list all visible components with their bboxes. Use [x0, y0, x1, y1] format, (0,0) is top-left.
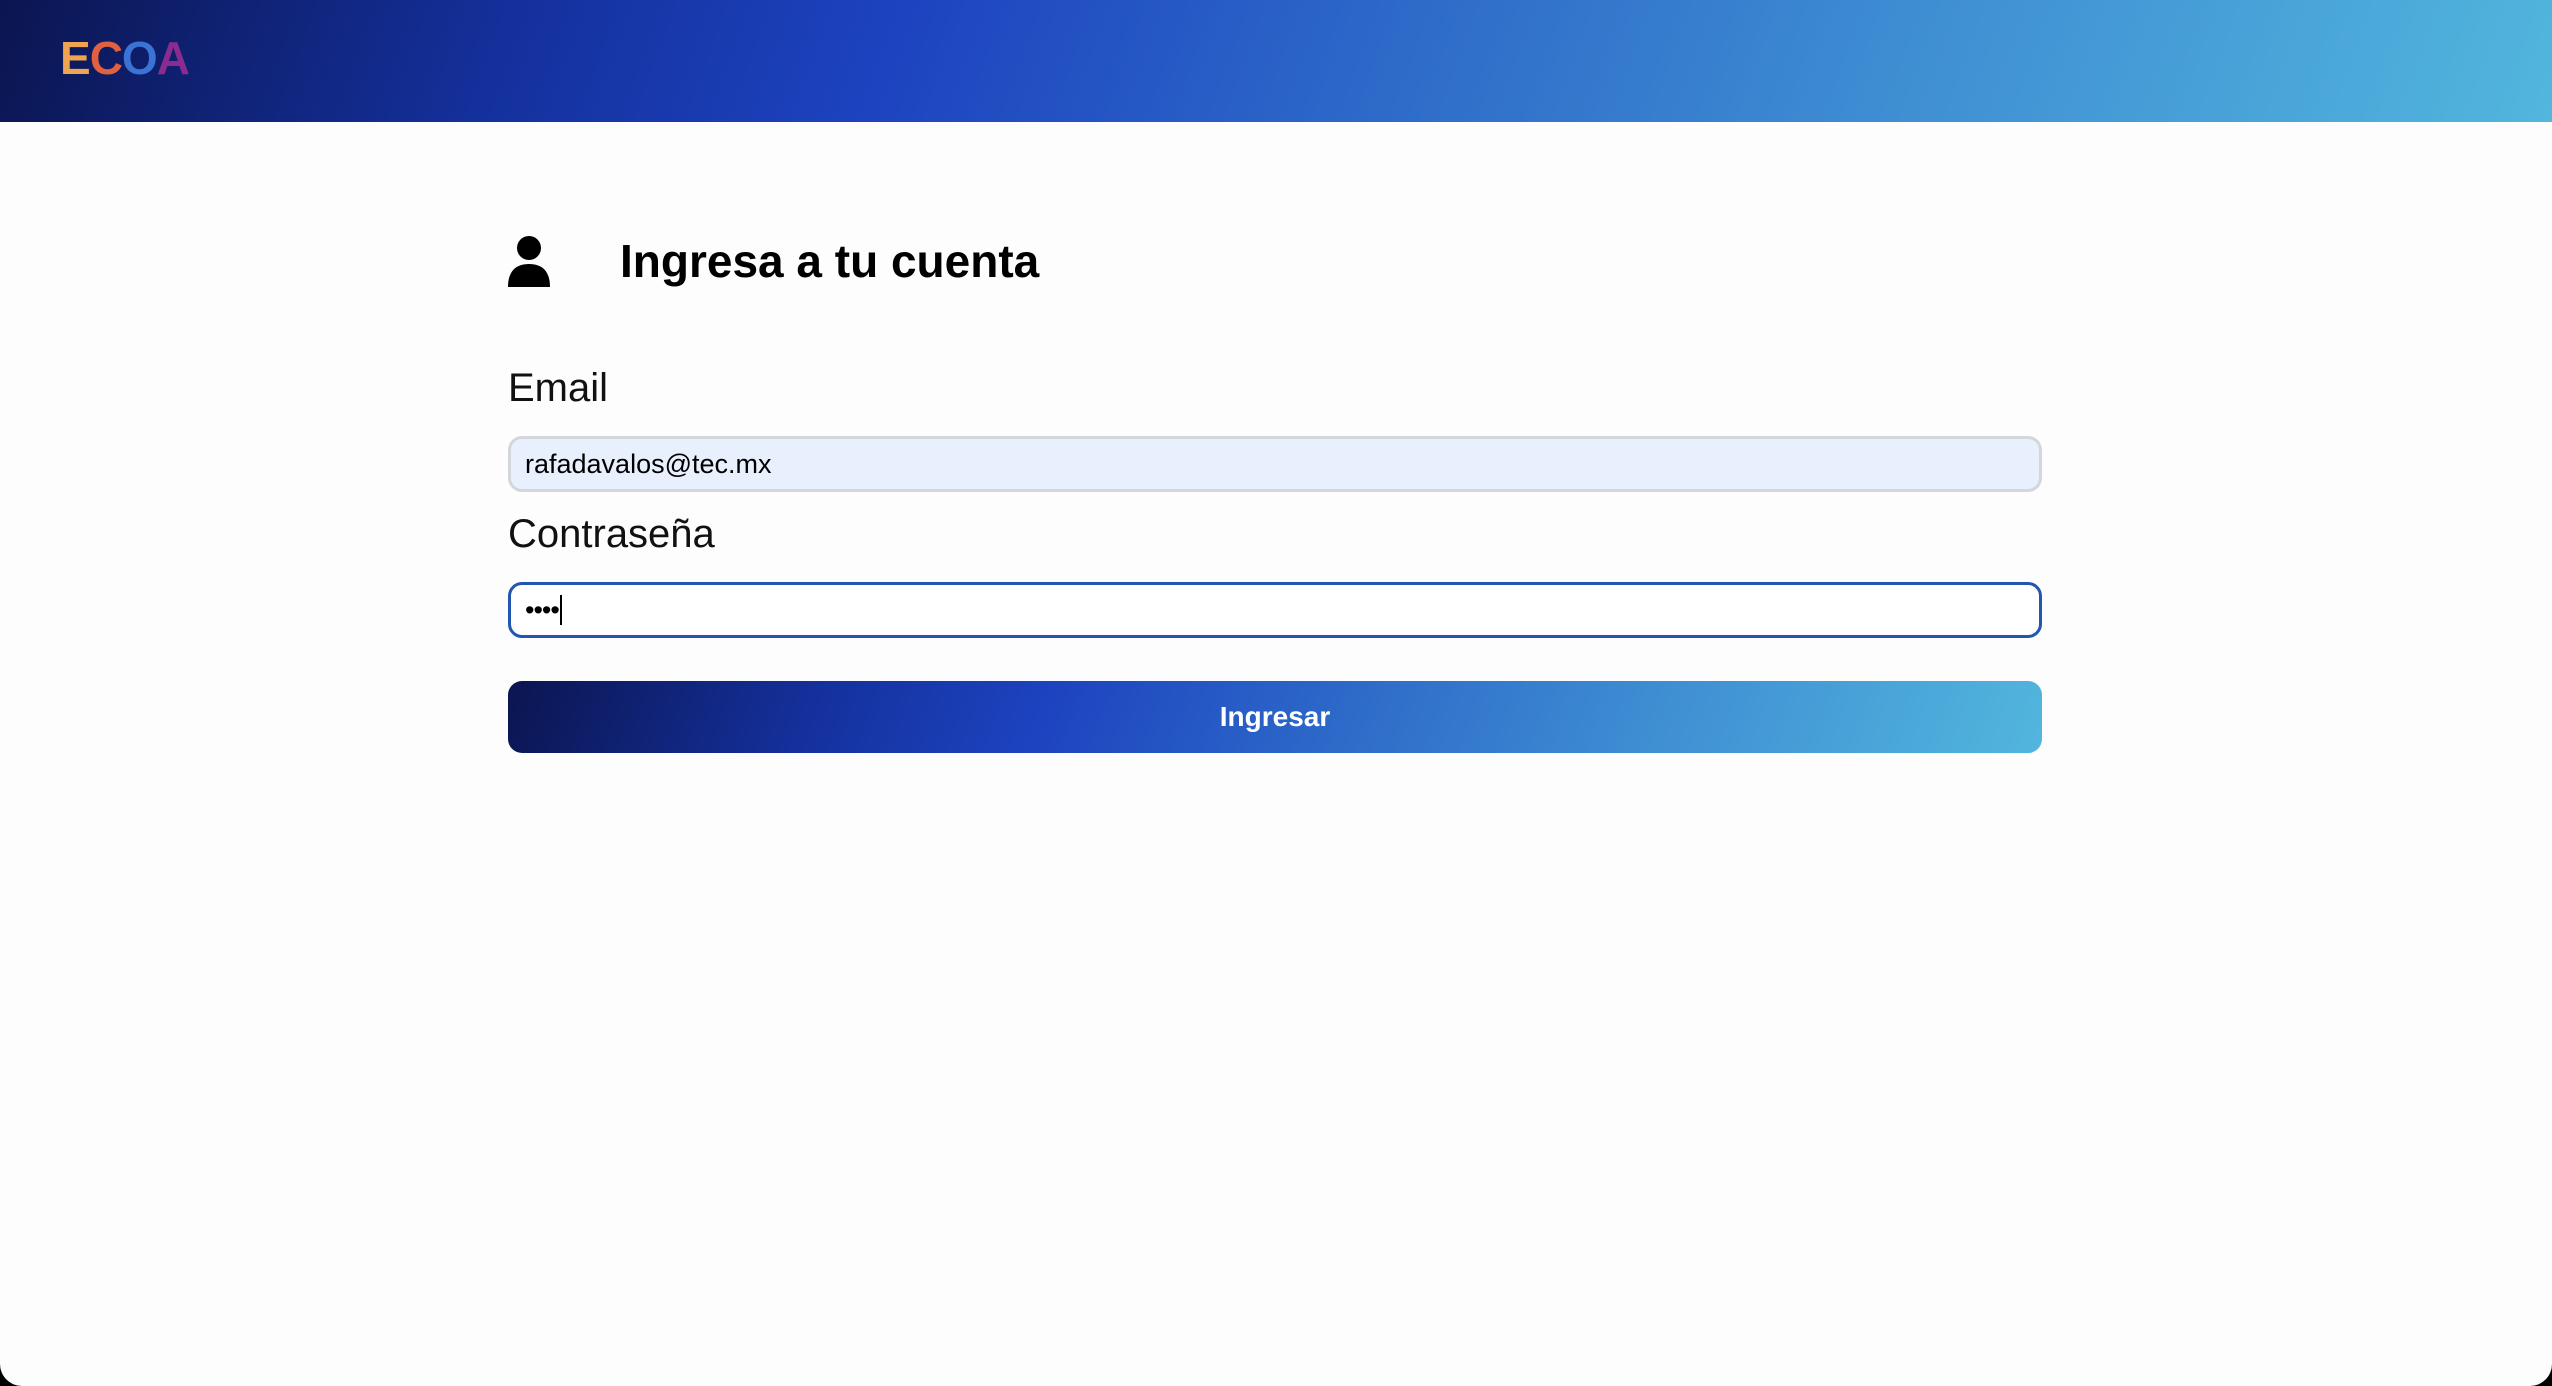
email-label: Email: [508, 366, 609, 410]
logo-letter-e: E: [60, 32, 91, 84]
user-icon: [508, 236, 550, 287]
password-label: Contraseña: [508, 512, 715, 556]
login-page: ECOA Ingresa a tu cuenta Email rafadaval…: [0, 0, 2552, 1386]
email-value: rafadavalos@tec.mx: [525, 448, 772, 479]
top-navbar: ECOA: [0, 0, 2552, 122]
login-button[interactable]: Ingresar: [508, 681, 2042, 753]
password-value: ••••: [525, 594, 560, 625]
ecoa-logo[interactable]: ECOA: [60, 30, 190, 86]
login-header: Ingresa a tu cuenta: [508, 226, 1039, 296]
password-field[interactable]: ••••: [508, 582, 2042, 638]
email-field[interactable]: rafadavalos@tec.mx: [508, 436, 2042, 492]
logo-letter-c: C: [89, 32, 123, 84]
page-title: Ingresa a tu cuenta: [620, 235, 1040, 287]
text-caret: [559, 595, 562, 625]
logo-letter-o: O: [121, 32, 158, 84]
logo-letter-a: A: [156, 32, 190, 84]
